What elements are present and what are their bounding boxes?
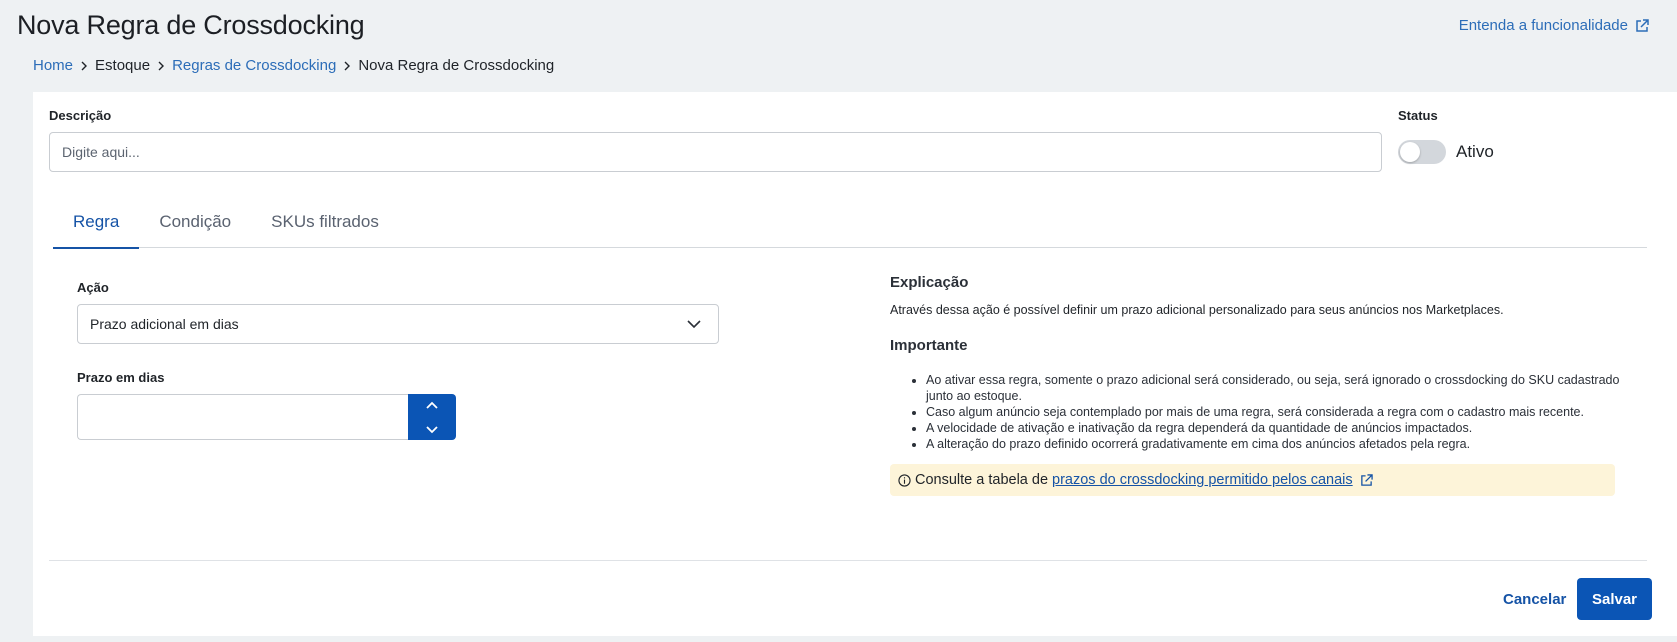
breadcrumb-home[interactable]: Home: [33, 57, 73, 74]
info-icon: [898, 473, 911, 487]
action-select[interactable]: Prazo adicional em dias: [77, 304, 719, 344]
breadcrumb: Home Estoque Regras de Crossdocking Nova…: [33, 57, 554, 74]
days-label: Prazo em dias: [77, 370, 165, 385]
description-input[interactable]: [49, 132, 1382, 172]
breadcrumb-regras[interactable]: Regras de Crossdocking: [172, 57, 336, 74]
footer-divider: [49, 560, 1647, 561]
action-label: Ação: [77, 280, 109, 295]
status-toggle-label: Ativo: [1456, 142, 1494, 161]
tab-bar: Regra Condição SKUs filtrados: [53, 197, 1647, 249]
tab-condicao[interactable]: Condição: [139, 197, 251, 248]
chevron-right-icon: [158, 61, 165, 70]
stepper-decrement-button[interactable]: [408, 417, 456, 440]
save-button[interactable]: Salvar: [1577, 578, 1652, 620]
tab-skus-filtrados[interactable]: SKUs filtrados: [251, 197, 399, 248]
chevron-right-icon: [81, 61, 88, 70]
external-link-icon: [1636, 18, 1649, 32]
breadcrumb-current: Nova Regra de Crossdocking: [358, 57, 555, 74]
stepper-buttons: [408, 394, 456, 440]
status-toggle[interactable]: [1398, 140, 1446, 164]
page-title: Nova Regra de Crossdocking: [17, 10, 365, 40]
help-link-label: Entenda a funcionalidade: [1458, 17, 1628, 34]
tab-regra[interactable]: Regra: [53, 197, 140, 249]
chevron-up-icon: [426, 401, 438, 409]
list-item: Ao ativar essa regra, somente o prazo ad…: [926, 372, 1621, 404]
chevron-down-icon: [426, 425, 438, 433]
chevron-right-icon: [344, 61, 351, 70]
important-list: Ao ativar essa regra, somente o prazo ad…: [906, 372, 1621, 452]
chevron-down-icon: [687, 320, 701, 329]
explanation-title: Explicação: [890, 274, 969, 291]
list-item: A velocidade de ativação e inativação da…: [926, 420, 1621, 436]
rule-form-card: Descrição Status Ativo Regra Condição SK…: [33, 92, 1677, 636]
help-link[interactable]: Entenda a funcionalidade: [1459, 17, 1649, 34]
important-title: Importante: [890, 337, 968, 354]
crossdocking-table-link[interactable]: prazos do crossdocking permitido pelos c…: [1052, 472, 1353, 488]
external-link-icon: [1360, 473, 1373, 486]
toggle-knob: [1400, 142, 1420, 162]
status-label: Status: [1398, 108, 1438, 123]
list-item: Caso algum anúncio seja contemplado por …: [926, 404, 1621, 420]
stepper-increment-button[interactable]: [408, 394, 456, 417]
description-label: Descrição: [49, 108, 112, 123]
notice-prefix: Consulte a tabela de: [915, 472, 1049, 488]
list-item: A alteração do prazo definido ocorrerá g…: [926, 436, 1621, 452]
crossdocking-notice: Consulte a tabela de prazos do crossdock…: [890, 464, 1615, 496]
breadcrumb-estoque: Estoque: [95, 57, 151, 74]
action-select-value: Prazo adicional em dias: [90, 316, 239, 332]
days-stepper: [77, 394, 457, 440]
cancel-button[interactable]: Cancelar: [1485, 578, 1584, 620]
explanation-text: Através dessa ação é possível definir um…: [890, 303, 1504, 317]
days-input[interactable]: [77, 394, 409, 440]
